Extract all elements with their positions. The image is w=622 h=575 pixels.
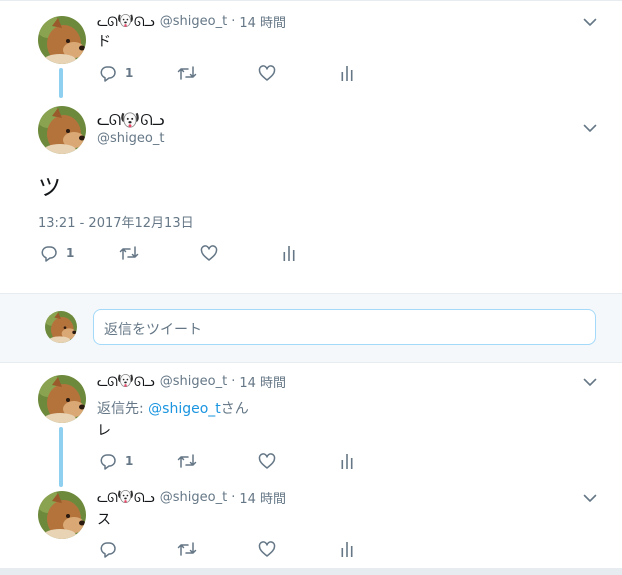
tweet-time[interactable]: 14 時間	[239, 488, 286, 507]
username[interactable]: @shigeo_t	[160, 490, 227, 505]
display-name[interactable]: ᓚᘏ ᘏᓗ	[97, 372, 155, 390]
reply-button[interactable]: 1	[99, 452, 133, 470]
tweet-text: レ	[97, 423, 111, 439]
like-button[interactable]	[258, 540, 276, 558]
retweet-icon	[177, 64, 197, 82]
chevron-down-icon[interactable]	[582, 120, 598, 136]
reply-to-label: 返信先:	[97, 401, 149, 417]
analytics-icon	[338, 64, 356, 82]
retweet-icon	[177, 452, 197, 470]
retweet-button[interactable]	[177, 540, 197, 558]
tweet-actions: 1	[40, 244, 310, 262]
username[interactable]: @shigeo_t	[160, 374, 227, 389]
reply-count: 1	[66, 246, 75, 260]
dog-emoji-icon	[117, 488, 134, 505]
display-name[interactable]: ᓚᘏ ᘏᓗ	[97, 488, 155, 506]
reply-button[interactable]: 1	[99, 64, 133, 82]
retweet-icon	[119, 244, 139, 262]
display-name-left: ᓚᘏ	[97, 15, 118, 30]
analytics-icon	[338, 452, 356, 470]
display-name-right: ᘏᓗ	[133, 491, 155, 506]
like-button[interactable]	[258, 64, 276, 82]
analytics-button[interactable]	[280, 244, 298, 262]
retweet-button[interactable]	[177, 64, 197, 82]
reply-count: 1	[125, 66, 134, 80]
tweet-timestamp[interactable]: 13:21 - 2017年12月13日	[38, 212, 194, 231]
display-name-right: ᘏᓗ	[133, 15, 155, 30]
divider	[0, 362, 622, 363]
separator-dot: ·	[231, 373, 236, 389]
retweet-button[interactable]	[177, 452, 197, 470]
like-icon	[258, 452, 276, 470]
retweet-button[interactable]	[119, 244, 139, 262]
reply-count: 1	[125, 454, 134, 468]
display-name-right: ᘏᓗ	[133, 375, 155, 390]
avatar[interactable]	[38, 106, 86, 154]
like-icon	[200, 244, 218, 262]
display-name-left: ᓚᘏ	[97, 491, 118, 506]
thread-connector	[59, 427, 63, 487]
reply-to-suffix: さん	[220, 401, 249, 417]
separator-dot: ·	[231, 489, 236, 505]
like-icon	[258, 64, 276, 82]
tweet-text: ド	[97, 34, 111, 50]
tweet-time[interactable]: 14 時間	[239, 372, 286, 391]
tweet-header: ᓚᘏ ᘏᓗ @shigeo_t · 14 時間	[97, 488, 286, 507]
display-name-left: ᓚᘏ	[97, 375, 118, 390]
reply-icon	[99, 540, 117, 558]
reply-context: 返信先: @shigeo_tさん	[97, 398, 249, 418]
like-button[interactable]	[258, 452, 276, 470]
analytics-button[interactable]	[338, 64, 356, 82]
reply-icon	[99, 452, 117, 470]
reply-icon	[40, 244, 58, 262]
display-name-left: ᓚᘏ	[97, 111, 121, 129]
avatar[interactable]	[38, 491, 86, 539]
chevron-down-icon[interactable]	[582, 490, 598, 506]
tweet-actions: 1	[99, 452, 369, 470]
like-button[interactable]	[200, 244, 218, 262]
bottom-divider	[0, 568, 622, 575]
avatar[interactable]	[38, 375, 86, 423]
retweet-icon	[177, 540, 197, 558]
dog-emoji-icon	[117, 372, 134, 389]
analytics-button[interactable]	[338, 540, 356, 558]
analytics-icon	[280, 244, 298, 262]
separator-dot: ·	[231, 13, 236, 29]
my-avatar	[45, 311, 77, 343]
display-name-right: ᘏᓗ	[140, 111, 164, 129]
reply-icon	[99, 64, 117, 82]
thread-connector	[59, 68, 63, 98]
username[interactable]: @shigeo_t	[160, 14, 227, 29]
tweet-header: ᓚᘏ ᘏᓗ @shigeo_t · 14 時間	[97, 12, 286, 31]
tweet-actions: 1	[99, 64, 369, 82]
reply-to-link[interactable]: @shigeo_t	[148, 401, 221, 417]
analytics-icon	[338, 540, 356, 558]
tweet-text: ス	[97, 512, 111, 528]
username[interactable]: @shigeo_t	[97, 131, 164, 146]
dog-emoji-icon	[120, 110, 140, 130]
top-divider	[0, 0, 622, 1]
tweet-header: ᓚᘏ ᘏᓗ @shigeo_t · 14 時間	[97, 372, 286, 391]
chevron-down-icon[interactable]	[582, 14, 598, 30]
tweet-text: ツ	[38, 175, 61, 201]
reply-button[interactable]	[99, 540, 125, 558]
like-icon	[258, 540, 276, 558]
analytics-button[interactable]	[338, 452, 356, 470]
chevron-down-icon[interactable]	[582, 374, 598, 390]
display-name[interactable]: ᓚᘏ ᘏᓗ	[97, 12, 155, 30]
tweet-actions	[99, 540, 369, 558]
dog-emoji-icon	[117, 12, 134, 29]
reply-input[interactable]: 返信をツイート	[93, 309, 596, 345]
display-name[interactable]: ᓚᘏ ᘏᓗ	[97, 110, 164, 130]
reply-button[interactable]: 1	[40, 244, 74, 262]
tweet-time[interactable]: 14 時間	[239, 12, 286, 31]
avatar[interactable]	[38, 16, 86, 64]
